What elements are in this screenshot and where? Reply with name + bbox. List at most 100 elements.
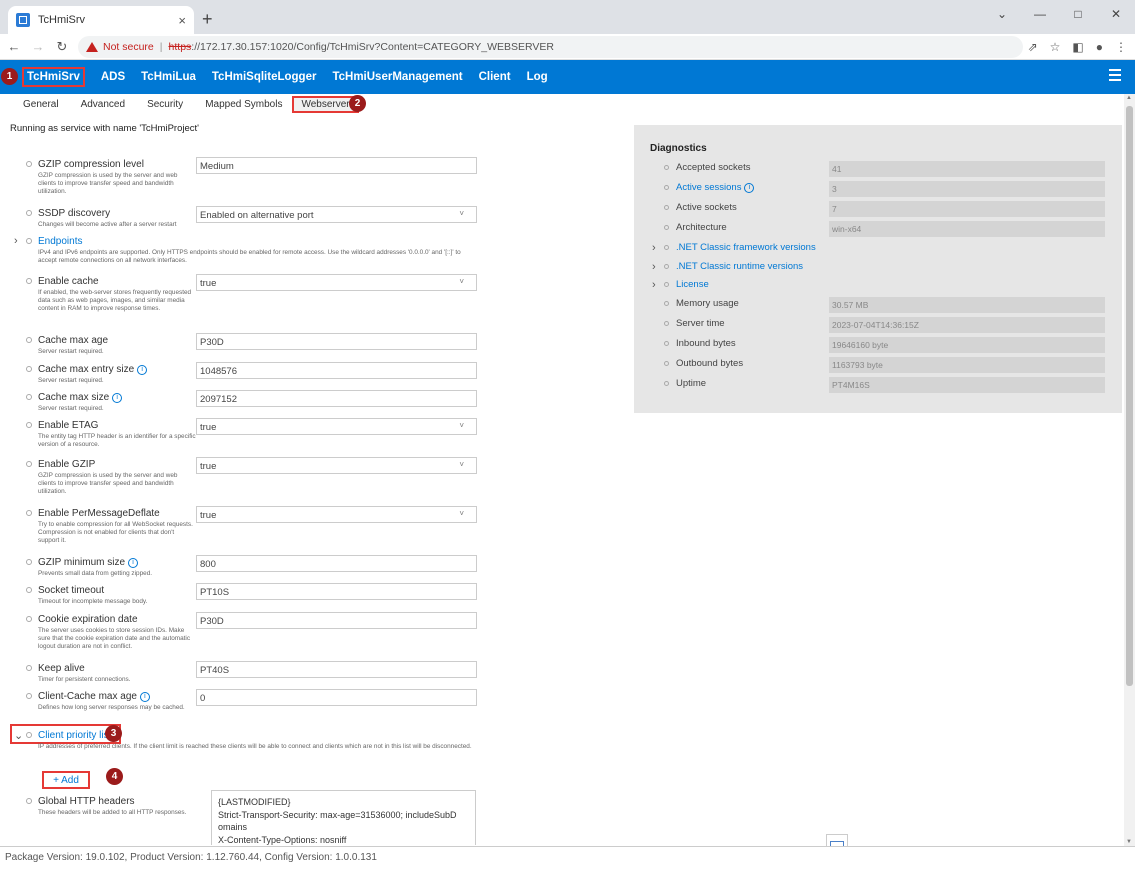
diag-row: Memory usage 30.57 MB bbox=[634, 297, 1122, 313]
gzip-minimum-size-input[interactable]: 800 bbox=[196, 555, 477, 572]
reload-icon[interactable]: ↻ bbox=[52, 39, 72, 55]
nav-log[interactable]: Log bbox=[527, 71, 548, 83]
bookmark-star-icon[interactable]: ☆ bbox=[1050, 40, 1061, 54]
menu-kebab-icon[interactable]: ⋮ bbox=[1115, 40, 1127, 54]
content-area: Running as service with name 'TcHmiProje… bbox=[0, 115, 1124, 845]
info-icon[interactable]: i bbox=[137, 365, 148, 375]
tab-close-icon[interactable]: × bbox=[178, 13, 186, 28]
chevron-right-icon[interactable]: › bbox=[652, 279, 656, 291]
address-bar: ← → ↻ Not secure | https ://172.17.30.15… bbox=[0, 34, 1135, 60]
back-icon[interactable]: ← bbox=[4, 39, 24, 54]
setting-description: Timeout for incomplete message body. bbox=[38, 598, 148, 605]
endpoints-link[interactable]: Endpoints bbox=[38, 236, 82, 247]
bullet-icon bbox=[26, 461, 32, 467]
diag-row: › .NET Classic framework versions bbox=[634, 241, 1122, 257]
setting-label: GZIP minimum size i bbox=[38, 557, 139, 568]
permessagedeflate-select[interactable]: true bbox=[196, 506, 477, 523]
setting-label-text: Cache max entry size bbox=[38, 364, 135, 375]
keep-alive-input[interactable]: PT40S bbox=[196, 661, 477, 678]
chevron-down-icon[interactable]: ⌄ bbox=[14, 729, 23, 742]
diag-row: Architecture win-x64 bbox=[634, 221, 1122, 237]
global-headers-textarea[interactable]: {LASTMODIFIED} Strict-Transport-Security… bbox=[211, 790, 476, 845]
socket-timeout-input[interactable]: PT10S bbox=[196, 583, 477, 600]
gzip-level-input[interactable]: Medium bbox=[196, 157, 477, 174]
info-icon[interactable]: i bbox=[744, 183, 755, 193]
setting-description: Server restart required. bbox=[38, 377, 104, 384]
tab-security[interactable]: Security bbox=[147, 99, 183, 110]
url-field[interactable]: Not secure | https ://172.17.30.157:1020… bbox=[78, 35, 1023, 58]
bullet-icon bbox=[664, 165, 669, 170]
share-icon[interactable]: ⇗ bbox=[1028, 40, 1038, 54]
nav-client[interactable]: Client bbox=[479, 71, 511, 83]
add-button[interactable]: + Add bbox=[42, 771, 90, 789]
tab-mapped-symbols[interactable]: Mapped Symbols bbox=[205, 99, 282, 110]
side-panel-icon[interactable]: ◧ bbox=[1072, 40, 1083, 54]
diag-value: win-x64 bbox=[829, 221, 1105, 237]
bullet-icon bbox=[26, 238, 32, 244]
cache-max-entry-size-input[interactable]: 1048576 bbox=[196, 362, 477, 379]
tab-general[interactable]: General bbox=[23, 99, 59, 110]
ssdp-discovery-select[interactable]: Enabled on alternative port bbox=[196, 206, 477, 223]
client-cache-max-age-input[interactable]: 0 bbox=[196, 689, 477, 706]
diag-label: Memory usage bbox=[676, 298, 739, 309]
nav-ads[interactable]: ADS bbox=[101, 71, 125, 83]
forward-icon[interactable]: → bbox=[28, 39, 48, 54]
maximize-icon[interactable]: □ bbox=[1059, 0, 1097, 28]
profile-icon[interactable]: ● bbox=[1096, 40, 1103, 54]
enable-etag-select[interactable]: true bbox=[196, 418, 477, 435]
active-sessions-link[interactable]: Active sessions i bbox=[676, 182, 755, 193]
chevron-right-icon[interactable]: › bbox=[652, 242, 656, 254]
service-status-text: Running as service with name 'TcHmiProje… bbox=[10, 123, 199, 134]
license-link[interactable]: License bbox=[676, 279, 709, 290]
diag-label: Inbound bytes bbox=[676, 338, 736, 349]
nav-tchmilua[interactable]: TcHmiLua bbox=[141, 71, 196, 83]
bullet-icon bbox=[664, 225, 669, 230]
info-icon[interactable]: i bbox=[128, 558, 139, 568]
setting-description: IPv4 and IPv6 endpoints are supported. O… bbox=[38, 249, 461, 264]
bullet-icon bbox=[26, 422, 32, 428]
scroll-up-icon[interactable]: ▲ bbox=[1126, 95, 1132, 101]
bullet-icon bbox=[664, 185, 669, 190]
cache-max-age-input[interactable]: P30D bbox=[196, 333, 477, 350]
diagnostics-title: Diagnostics bbox=[650, 143, 707, 154]
bullet-icon bbox=[26, 366, 32, 372]
close-window-icon[interactable]: ✕ bbox=[1097, 0, 1135, 28]
bullet-icon bbox=[26, 161, 32, 167]
diag-value: PT4M16S bbox=[829, 377, 1105, 393]
cookie-expiration-input[interactable]: P30D bbox=[196, 612, 477, 629]
browser-tabstrip: TcHmiSrv × + ⌄ — □ ✕ bbox=[0, 0, 1135, 34]
setting-label: Client-Cache max age i bbox=[38, 691, 150, 702]
nav-tchmisqlitelogger[interactable]: TcHmiSqliteLogger bbox=[212, 71, 317, 83]
nav-tchmisrv[interactable]: TcHmiSrv bbox=[22, 67, 85, 87]
runtime-versions-link[interactable]: .NET Classic runtime versions bbox=[676, 261, 803, 272]
tchmi-favicon-icon bbox=[16, 13, 30, 27]
diag-row: › License bbox=[634, 278, 1122, 294]
browser-tab[interactable]: TcHmiSrv × bbox=[8, 6, 194, 34]
scroll-down-icon[interactable]: ▼ bbox=[1126, 839, 1132, 845]
diag-value: 19646160 byte bbox=[829, 337, 1105, 353]
enable-cache-select[interactable]: true bbox=[196, 274, 477, 291]
chevron-right-icon[interactable]: › bbox=[652, 261, 656, 273]
setting-description: Server restart required. bbox=[38, 405, 104, 412]
setting-description: These headers will be added to all HTTP … bbox=[38, 809, 187, 816]
vertical-scrollbar[interactable]: ▲ ▼ bbox=[1124, 94, 1135, 846]
chevron-right-icon[interactable]: › bbox=[14, 235, 18, 247]
minimize-icon[interactable]: — bbox=[1021, 0, 1059, 28]
setting-label: GZIP compression level bbox=[38, 159, 144, 170]
diag-label: Accepted sockets bbox=[676, 162, 751, 173]
warning-icon bbox=[86, 41, 98, 52]
framework-versions-link[interactable]: .NET Classic framework versions bbox=[676, 242, 816, 253]
tab-search-icon[interactable]: ⌄ bbox=[983, 0, 1021, 28]
scrollbar-thumb[interactable] bbox=[1126, 106, 1133, 686]
info-icon[interactable]: i bbox=[139, 692, 150, 702]
tab-advanced[interactable]: Advanced bbox=[81, 99, 125, 110]
setting-label: Cache max age bbox=[38, 335, 109, 346]
new-tab-button[interactable]: + bbox=[202, 9, 213, 30]
cache-max-size-input[interactable]: 2097152 bbox=[196, 390, 477, 407]
info-icon[interactable]: i bbox=[112, 393, 123, 403]
client-priority-list-link[interactable]: Client priority list bbox=[38, 730, 111, 741]
hamburger-menu-icon[interactable] bbox=[1109, 69, 1121, 84]
nav-tchmiusermanagement[interactable]: TcHmiUserManagement bbox=[332, 71, 462, 83]
setting-description: The server uses cookies to store session… bbox=[38, 627, 191, 650]
enable-gzip-select[interactable]: true bbox=[196, 457, 477, 474]
